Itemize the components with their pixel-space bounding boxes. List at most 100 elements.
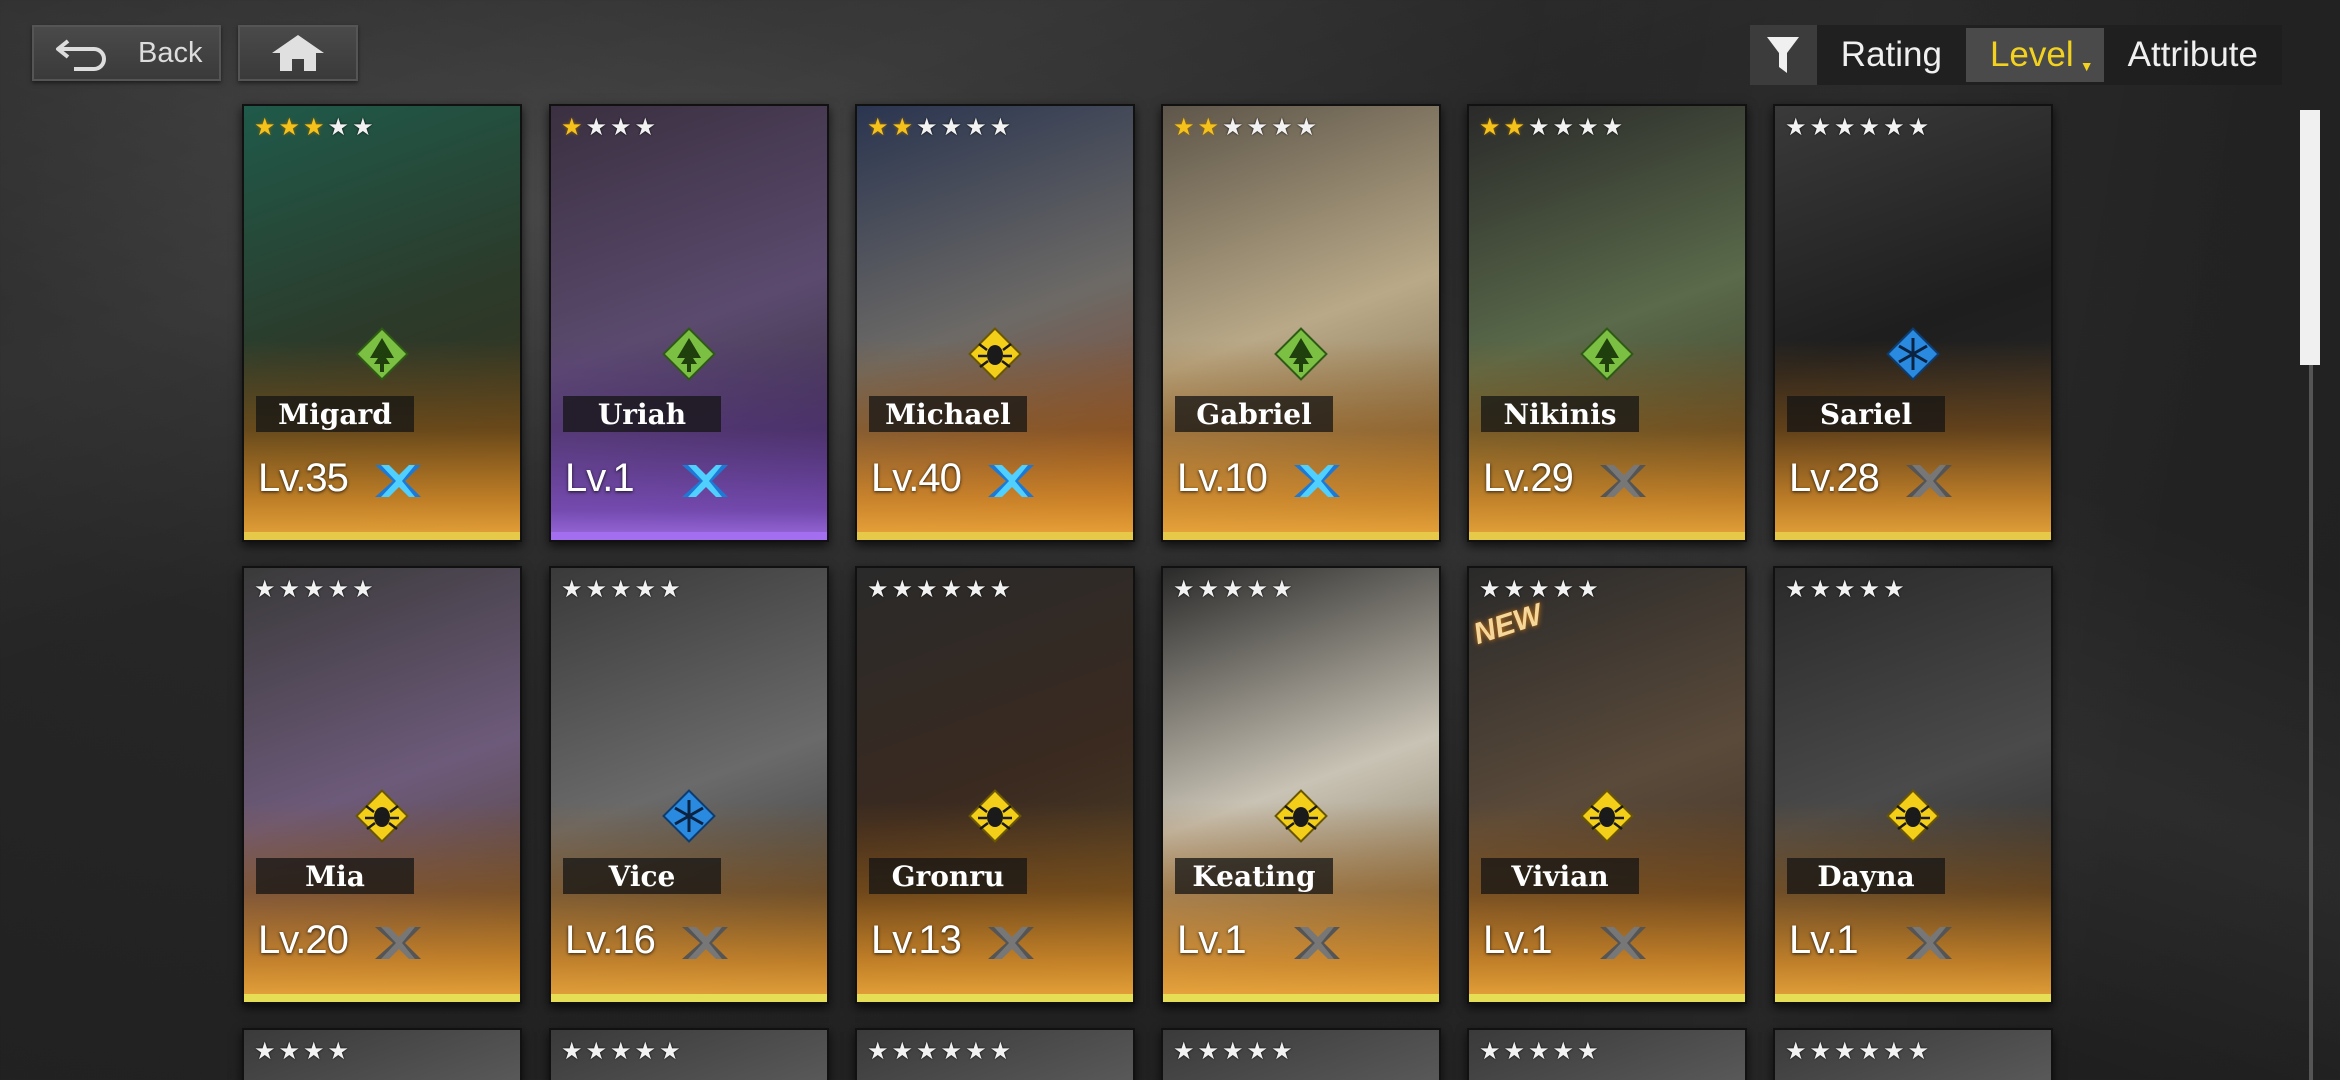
star-icon: ★: [989, 1038, 1012, 1065]
character-card[interactable]: ★ ★ ★ ★ ★ Dayna Lv.1: [1773, 566, 2053, 1004]
character-card[interactable]: ★ ★ ★ ★ ★ Migard Lv.35: [242, 104, 522, 542]
character-card-partial[interactable]: ★ ★ ★ ★ ★: [1161, 1028, 1441, 1080]
star-icon: ★: [940, 114, 963, 141]
character-card-partial[interactable]: ★ ★ ★ ★: [242, 1028, 522, 1080]
back-label: Back: [138, 36, 203, 69]
character-card[interactable]: ★ ★ ★ ★ ★ Mia Lv.20: [242, 566, 522, 1004]
star-icon: ★: [1577, 576, 1599, 603]
sort-rating[interactable]: Rating: [1817, 28, 1966, 82]
star-icon: ★: [1197, 1038, 1220, 1065]
star-rating: ★ ★ ★ ★ ★: [1173, 578, 1293, 602]
character-name: Gronru: [869, 858, 1027, 894]
card-frame-edge: [1469, 532, 1745, 540]
character-name: Migard: [256, 396, 414, 432]
character-level: Lv.1: [1789, 918, 1859, 962]
sort-bar: Rating Level ▼ Attribute: [1750, 25, 2282, 85]
star-icon: ★: [1601, 114, 1624, 141]
spider-attribute-icon: [1886, 789, 1940, 843]
character-card[interactable]: ★ ★ ★ ★ ★ ★ Michael Lv.40: [855, 104, 1135, 542]
star-icon: ★: [254, 1038, 276, 1065]
character-card[interactable]: ★ ★ ★ ★ ★ ★ Gabriel Lv.10: [1161, 104, 1441, 542]
star-icon: ★: [327, 114, 350, 141]
filter-funnel-icon: [1767, 37, 1800, 73]
star-icon: ★: [659, 1038, 681, 1065]
star-icon: ★: [1503, 1038, 1526, 1065]
sort-level[interactable]: Level ▼: [1965, 28, 2104, 82]
character-level: Lv.35: [258, 456, 349, 500]
star-icon: ★: [916, 576, 938, 603]
star-icon: ★: [1834, 114, 1856, 141]
character-card[interactable]: ★ ★ ★ ★ ★ ★ Gronru Lv.13: [855, 566, 1135, 1004]
card-frame-edge: [857, 994, 1133, 1002]
character-card[interactable]: ★ ★ ★ ★ ★ Keating Lv.1: [1161, 566, 1441, 1004]
star-icon: ★: [561, 114, 583, 141]
star-icon: ★: [891, 1038, 914, 1065]
star-icon: ★: [1907, 114, 1930, 141]
scrollbar-thumb[interactable]: [2300, 110, 2320, 365]
x-mark-inactive-icon: [1906, 927, 1952, 959]
star-icon: ★: [1479, 1038, 1501, 1065]
star-icon: ★: [634, 576, 657, 603]
star-icon: ★: [561, 576, 583, 603]
x-mark-inactive-icon: [682, 927, 728, 959]
card-frame-edge: [244, 532, 520, 540]
character-card-partial[interactable]: ★ ★ ★ ★ ★ ★: [855, 1028, 1135, 1080]
star-icon: ★: [1173, 576, 1195, 603]
card-frame-edge: [1469, 994, 1745, 1002]
star-rating: ★ ★ ★ ★ ★ ★: [1173, 116, 1317, 140]
home-button[interactable]: [238, 25, 358, 81]
character-level: Lv.10: [1177, 456, 1268, 500]
home-icon: [272, 35, 324, 71]
star-icon: ★: [916, 114, 938, 141]
star-icon: ★: [1295, 114, 1318, 141]
forest-attribute-icon: [1274, 327, 1328, 381]
frost-attribute-icon: [1886, 327, 1940, 381]
star-icon: ★: [965, 1038, 987, 1065]
character-name: Vice: [563, 858, 721, 894]
star-icon: ★: [867, 576, 889, 603]
character-card[interactable]: ★ ★ ★ ★ ★ ★ Sariel Lv.28: [1773, 104, 2053, 542]
x-mark-active-icon: [988, 465, 1034, 497]
star-rating: ★ ★ ★ ★ ★: [1173, 1040, 1293, 1064]
star-icon: ★: [1858, 1038, 1881, 1065]
star-rating: ★ ★ ★ ★ ★ ★: [1479, 116, 1623, 140]
sort-descending-icon: ▼: [2079, 58, 2094, 74]
star-icon: ★: [1785, 1038, 1807, 1065]
star-icon: ★: [1271, 1038, 1293, 1065]
star-icon: ★: [1809, 114, 1832, 141]
character-level: Lv.20: [258, 918, 349, 962]
x-mark-inactive-icon: [1600, 927, 1646, 959]
character-card[interactable]: ★ ★ ★ ★ ★ NEW Vivian Lv.1: [1467, 566, 1747, 1004]
x-mark-active-icon: [1294, 465, 1340, 497]
star-icon: ★: [1785, 576, 1807, 603]
character-card[interactable]: ★ ★ ★ ★ Uriah Lv.1: [549, 104, 829, 542]
star-icon: ★: [1552, 114, 1575, 141]
star-icon: ★: [1479, 576, 1501, 603]
character-card-partial[interactable]: ★ ★ ★ ★ ★ ★: [1773, 1028, 2053, 1080]
star-icon: ★: [561, 1038, 583, 1065]
star-icon: ★: [965, 114, 987, 141]
character-card-partial[interactable]: ★ ★ ★ ★ ★: [1467, 1028, 1747, 1080]
star-icon: ★: [1858, 576, 1881, 603]
star-icon: ★: [891, 114, 914, 141]
star-icon: ★: [989, 576, 1012, 603]
star-rating: ★ ★ ★ ★ ★ ★: [867, 116, 1011, 140]
star-rating: ★ ★ ★ ★ ★ ★: [1785, 116, 1929, 140]
star-icon: ★: [1173, 114, 1195, 141]
sort-attribute[interactable]: Attribute: [2104, 28, 2282, 82]
forest-attribute-icon: [1580, 327, 1634, 381]
star-icon: ★: [1503, 576, 1526, 603]
back-button[interactable]: Back: [32, 25, 221, 81]
filter-button[interactable]: [1750, 25, 1817, 85]
character-level: Lv.1: [1483, 918, 1553, 962]
character-level: Lv.1: [565, 456, 635, 500]
character-card[interactable]: ★ ★ ★ ★ ★ ★ Nikinis Lv.29: [1467, 104, 1747, 542]
character-card[interactable]: ★ ★ ★ ★ ★ Vice Lv.16: [549, 566, 829, 1004]
x-mark-inactive-icon: [1906, 465, 1952, 497]
character-card-partial[interactable]: ★ ★ ★ ★ ★: [549, 1028, 829, 1080]
star-icon: ★: [1883, 1038, 1905, 1065]
card-frame-edge: [244, 994, 520, 1002]
star-icon: ★: [916, 1038, 938, 1065]
star-icon: ★: [1834, 576, 1856, 603]
star-rating: ★ ★ ★ ★ ★: [254, 578, 374, 602]
